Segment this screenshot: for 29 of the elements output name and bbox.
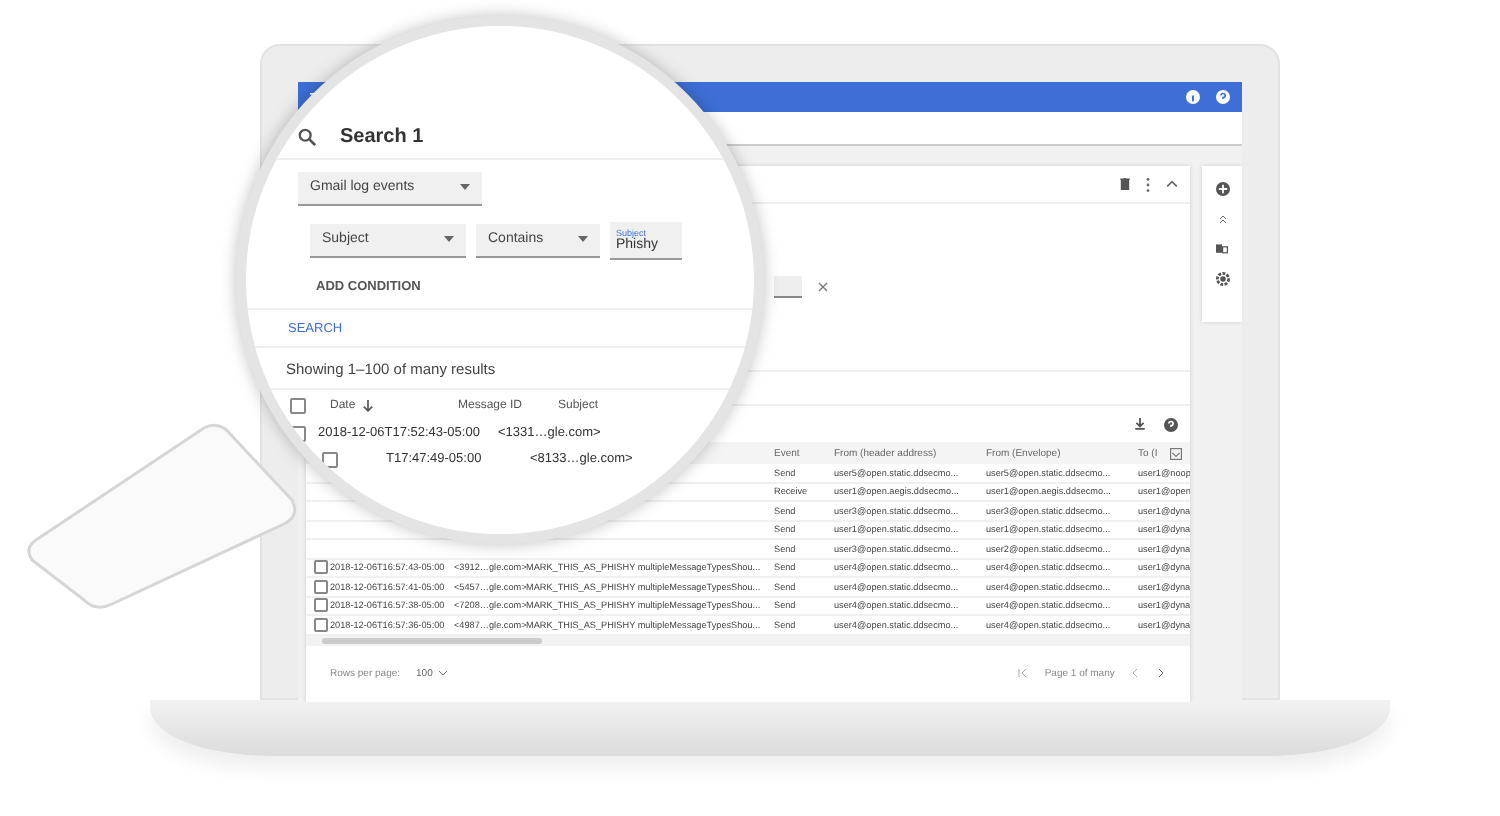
double-chevron-icon[interactable] <box>1217 214 1228 224</box>
caret-icon <box>578 236 588 242</box>
trash-icon[interactable] <box>1120 178 1131 190</box>
row-checkbox[interactable] <box>314 598 328 613</box>
caret-icon <box>438 670 449 677</box>
help-icon[interactable] <box>1164 417 1179 431</box>
caret-icon <box>460 184 470 190</box>
chevron-up-icon[interactable] <box>1166 180 1179 188</box>
columns-icon[interactable] <box>1170 447 1183 459</box>
help-icon[interactable] <box>1216 90 1230 104</box>
settings-icon[interactable] <box>1215 272 1230 286</box>
more-icon[interactable] <box>1146 177 1151 191</box>
close-icon[interactable] <box>818 282 828 292</box>
next-page-icon[interactable] <box>1156 668 1167 679</box>
info-icon[interactable] <box>1186 90 1200 104</box>
scrollbar-thumb[interactable] <box>322 637 542 643</box>
add-icon[interactable] <box>1215 182 1230 196</box>
search-icon[interactable] <box>298 127 316 145</box>
value-field-edge <box>774 276 802 298</box>
row-checkbox[interactable] <box>290 425 306 441</box>
row-checkbox[interactable] <box>322 451 338 467</box>
caret-icon <box>444 236 454 242</box>
copy-icon[interactable] <box>1216 242 1229 254</box>
row-checkbox[interactable] <box>314 560 328 575</box>
row-checkbox[interactable] <box>314 617 328 632</box>
select-all-checkbox[interactable] <box>290 397 306 413</box>
search-title: Search 1 <box>340 125 424 147</box>
row-checkbox[interactable] <box>314 579 328 594</box>
download-icon[interactable] <box>1134 418 1147 430</box>
